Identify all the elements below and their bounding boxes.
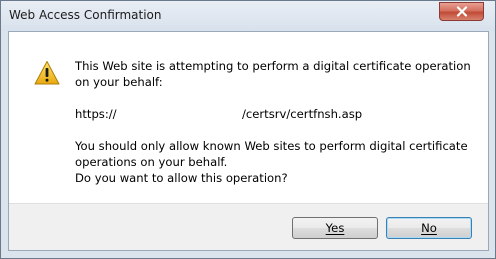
no-button-label: No [421, 221, 437, 235]
no-button[interactable]: No [386, 217, 472, 239]
warning-icon [34, 61, 60, 85]
yes-button-label: Yes [325, 221, 345, 235]
url-path: /certsrv/certfnsh.asp [242, 107, 363, 121]
site-url: https:// /certsrv/certfnsh.asp [75, 106, 475, 122]
warning-text: You should only allow known Web sites to… [75, 138, 475, 186]
button-bar: Yes No [9, 203, 488, 250]
message-body: This Web site is attempting to perform a… [75, 58, 475, 186]
operation-notice: This Web site is attempting to perform a… [75, 59, 471, 89]
url-scheme: https:// [75, 107, 117, 121]
window-title: Web Access Confirmation [9, 8, 162, 22]
yes-button[interactable]: Yes [292, 217, 378, 239]
allow-question: Do you want to allow this operation? [75, 171, 288, 185]
title-bar[interactable]: Web Access Confirmation [1, 1, 495, 31]
warning-line-2: operations on your behalf. [75, 155, 228, 169]
warning-line-1: You should only allow known Web sites to… [75, 139, 468, 153]
dialog-window: Web Access Confirmation This Web site is… [0, 0, 496, 259]
dialog-content: This Web site is attempting to perform a… [8, 31, 489, 251]
close-button[interactable] [439, 2, 484, 21]
close-icon [456, 6, 467, 17]
